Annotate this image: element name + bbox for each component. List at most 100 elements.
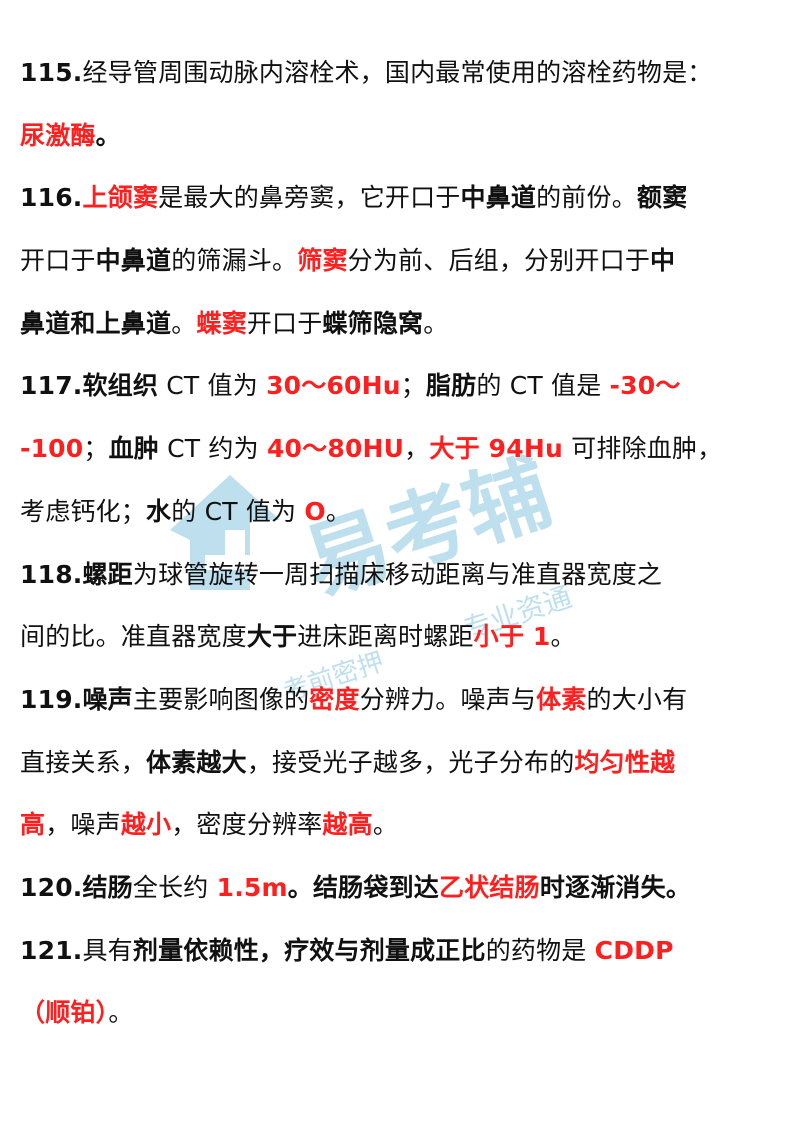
bold-text: 118. [20, 559, 83, 589]
highlight-text: 小于 1 [473, 622, 551, 652]
highlight-text: （顺铂） [20, 998, 109, 1028]
bold-text: 噪声 [82, 684, 133, 714]
body-text: 主要影响图像的 [132, 684, 310, 714]
highlight-text: 尿激酶 [20, 120, 96, 150]
body-text: ； [83, 434, 109, 464]
bold-text: 时逐渐消失。 [539, 872, 692, 902]
body-text: 考虑钙化； [20, 496, 147, 526]
text-line: 尿激酶。 [20, 105, 780, 168]
highlight-text: -30～ [609, 371, 681, 401]
highlight-text: 蝶窦 [196, 308, 247, 338]
body-text: ； [400, 371, 426, 401]
body-text: 的 CT 值是 [476, 371, 610, 401]
bold-text: 软组织 [82, 371, 159, 401]
bold-text: 中鼻道 [460, 183, 537, 213]
text-line: 118.螺距为球管旋转一周扫描床移动距离与准直器宽度之 [20, 544, 780, 607]
bold-text: 115. [20, 58, 83, 87]
bold-text: 结肠袋到达 [312, 872, 439, 902]
highlight-text: 1.5m [216, 872, 288, 902]
bold-text: 脂肪 [425, 371, 477, 401]
highlight-text: 密度 [309, 684, 360, 714]
bold-text: 水 [146, 496, 172, 526]
text-line: 120.结肠全长约 1.5m。结肠袋到达乙状结肠时逐渐消失。 [20, 857, 780, 920]
highlight-text: 40～80HU [266, 434, 405, 464]
bold-text: 体素越大 [146, 747, 247, 777]
document-body: 115.经导管周围动脉内溶栓术，国内最常使用的溶栓药物是： 尿激酶。 116.上颌窦… [20, 42, 780, 1045]
body-text: 的筛漏斗。 [171, 246, 298, 276]
highlight-text: 筛窦 [297, 246, 348, 276]
text-line: 高，噪声越小，密度分辨率越高。 [20, 794, 780, 857]
body-text: 开口于 [20, 246, 96, 276]
text-line: -100；血肿 CT 约为 40～80HU，大于 94Hu 可排除血肿， [20, 418, 780, 481]
bold-text: 。 [287, 872, 313, 902]
bold-text: 螺距 [82, 559, 133, 589]
body-text: CT 约为 [158, 434, 267, 464]
body-text: CT 值为 [158, 371, 267, 401]
bold-text: 血肿 [108, 434, 159, 464]
highlight-text: 越高 [322, 810, 373, 840]
text-line: 鼻道和上鼻道。蝶窦开口于蝶筛隐窝。 [20, 293, 780, 356]
text-line: 开口于中鼻道的筛漏斗。筛窦分为前、后组，分别开口于中 [20, 230, 780, 293]
bold-text: 。 [95, 120, 121, 150]
body-text: 具有 [82, 935, 133, 965]
text-line: 直接关系，体素越大，接受光子越多，光子分布的均匀性越 [20, 732, 780, 795]
text-line: 115.经导管周围动脉内溶栓术，国内最常使用的溶栓药物是： [20, 42, 780, 105]
body-text: 。 [423, 308, 449, 338]
body-text: ，噪声 [45, 810, 121, 840]
body-text: ，密度分辨率 [171, 810, 323, 840]
body-text: ，接受光子越多，光子分布的 [246, 747, 575, 777]
highlight-text: -100 [20, 434, 84, 464]
highlight-text: 体素 [536, 684, 587, 714]
body-text: 全长约 [132, 872, 217, 902]
bold-text: 116. [20, 183, 83, 213]
body-text: 直接关系， [20, 747, 147, 777]
text-line: 121.具有剂量依赖性，疗效与剂量成正比的药物是 CDDP [20, 920, 780, 983]
highlight-text: 乙状结肠 [439, 872, 540, 902]
body-text: 。 [325, 496, 352, 526]
body-text: 。 [550, 622, 576, 652]
text-line: 117.软组织 CT 值为 30～60Hu；脂肪的 CT 值是 -30～ [20, 355, 780, 418]
body-text: 是最大的鼻旁窦，它开口于 [158, 183, 461, 213]
body-text: 分为前、后组，分别开口于 [347, 246, 651, 276]
text-line: 考虑钙化；水的 CT 值为 O。 [20, 481, 780, 544]
bold-text: 大于 [246, 622, 298, 652]
bold-text: 结肠 [82, 872, 133, 902]
text-line: 间的比。准直器宽度大于进床距离时螺距小于 1。 [20, 606, 780, 669]
body-text: 。 [372, 810, 399, 840]
highlight-text: 大于 94Hu [429, 434, 563, 464]
highlight-text: O [304, 496, 326, 526]
highlight-text: 高 [20, 810, 46, 840]
body-text: 开口于 [246, 308, 323, 338]
body-text: 分辨力。噪声与 [359, 684, 537, 714]
highlight-text: 30～60Hu [266, 371, 401, 401]
bold-text: 剂量依赖性，疗效与剂量成正比 [132, 935, 486, 965]
bold-text: 额窦 [636, 183, 688, 213]
body-text: 为球管旋转一周扫描床移动距离与准直器宽度之 [132, 559, 663, 589]
highlight-text: CDDP [594, 935, 674, 965]
body-text: 。 [108, 998, 134, 1028]
bold-text: 蝶筛隐窝 [322, 308, 424, 338]
body-text: 进床距离时螺距 [297, 622, 474, 652]
bold-text: 117. [20, 371, 83, 401]
body-text: 。 [171, 308, 197, 338]
body-text: 的大小有 [586, 684, 688, 714]
body-text: 的前份。 [536, 183, 637, 213]
bold-text: 中 [650, 246, 676, 276]
body-text: 可排除血肿， [563, 434, 723, 464]
bold-text: 鼻道和上鼻道 [20, 308, 172, 338]
body-text: 的药物是 [485, 935, 595, 965]
text-line: 116.上颌窦是最大的鼻旁窦，它开口于中鼻道的前份。额窦 [20, 167, 780, 230]
text-line: （顺铂）。 [20, 982, 780, 1045]
body-text: ， [404, 434, 430, 464]
bold-text: 120. [20, 872, 83, 902]
bold-text: 中鼻道 [95, 246, 172, 276]
body-text: 经导管周围动脉内溶栓术，国内最常使用的溶栓药物是： [82, 58, 713, 87]
highlight-text: 均匀性越 [574, 747, 676, 777]
highlight-text: 越小 [120, 810, 172, 840]
bold-text: 119. [20, 684, 83, 714]
bold-text: 121. [20, 935, 83, 965]
body-text: 间的比。准直器宽度 [20, 622, 247, 652]
text-line: 119.噪声主要影响图像的密度分辨力。噪声与体素的大小有 [20, 669, 780, 732]
highlight-text: 上颌窦 [82, 183, 159, 213]
body-text: 的 CT 值为 [171, 496, 305, 526]
